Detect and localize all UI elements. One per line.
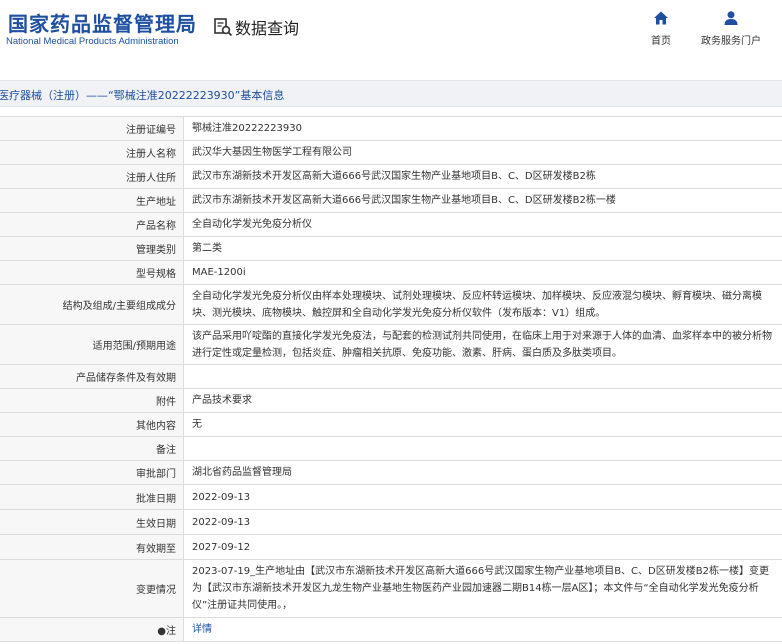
table-row: 变更情况 2023-07-19_生产地址由【武汉市东湖新技术开发区高新大道666… xyxy=(0,559,782,618)
table-row: 生效日期 2022-09-13 xyxy=(0,509,782,535)
row-value: 2027-09-12 xyxy=(183,534,782,560)
nav-service-portal-label: 政务服务门户 xyxy=(701,36,761,47)
row-value: 无 xyxy=(183,412,782,437)
row-value xyxy=(183,436,782,461)
row-label: 注册人住所 xyxy=(0,164,184,189)
logo-chinese-title[interactable]: 国家药品监督管理局 xyxy=(8,8,197,37)
row-value xyxy=(183,364,782,389)
table-row: 批准日期 2022-09-13 xyxy=(0,484,782,510)
row-label: 其他内容 xyxy=(0,412,184,437)
row-value: 鄂械注准20222223930 xyxy=(183,116,782,141)
row-value: MAE-1200i xyxy=(183,260,782,285)
row-label: 产品名称 xyxy=(0,212,184,237)
row-label: 备注 xyxy=(0,436,184,461)
table-row: 注册人住所 武汉市东湖新技术开发区高新大道666号武汉国家生物产业基地项目B、C… xyxy=(0,164,782,189)
table-row: 附件 产品技术要求 xyxy=(0,388,782,413)
breadcrumb: 医疗器械（注册）——“鄂械注准20222223930”基本信息 xyxy=(0,89,285,102)
table-row: 注册证编号 鄂械注准20222223930 xyxy=(0,116,782,141)
row-value: 2022-09-13 xyxy=(183,484,782,510)
search-document-icon xyxy=(214,18,233,37)
row-value: 全自动化学发光免疫分析仪由样本处理模块、试剂处理模块、反应杯转运模块、加样模块、… xyxy=(183,284,782,325)
row-value: 2023-07-19_生产地址由【武汉市东湖新技术开发区高新大道666号武汉国家… xyxy=(183,559,782,618)
row-value: 湖北省药品监督管理局 xyxy=(183,460,782,485)
data-query-link[interactable]: 数据查询 xyxy=(213,16,299,38)
row-value: 武汉市东湖新技术开发区高新大道666号武汉国家生物产业基地项目B、C、D区研发楼… xyxy=(183,188,782,213)
row-value: 武汉市东湖新技术开发区高新大道666号武汉国家生物产业基地项目B、C、D区研发楼… xyxy=(183,164,782,189)
row-label: 有效期至 xyxy=(0,534,184,560)
row-label: 管理类别 xyxy=(0,236,184,261)
row-label: 适用范围/预期用途 xyxy=(0,324,184,365)
table-row: 结构及组成/主要组成成分 全自动化学发光免疫分析仪由样本处理模块、试剂处理模块、… xyxy=(0,284,782,325)
details-link[interactable]: 详情 xyxy=(183,617,782,642)
table-row: 其他内容 无 xyxy=(0,412,782,437)
home-icon xyxy=(654,11,668,25)
data-query-label: 数据查询 xyxy=(235,19,300,38)
row-value: 全自动化学发光免疫分析仪 xyxy=(183,212,782,237)
table-row: 有效期至 2027-09-12 xyxy=(0,534,782,560)
row-label: 型号规格 xyxy=(0,260,184,285)
row-value: 该产品采用吖啶酯的直接化学发光免疫法，与配套的检测试剂共同使用，在临床上用于对来… xyxy=(183,324,782,365)
table-row: 管理类别 第二类 xyxy=(0,236,782,261)
row-label: 审批部门 xyxy=(0,460,184,485)
registration-detail-table: 注册证编号 鄂械注准20222223930 注册人名称 武汉华大基因生物医学工程… xyxy=(0,116,782,642)
table-row: 注册人名称 武汉华大基因生物医学工程有限公司 xyxy=(0,140,782,165)
site-header: 国家药品监督管理局 National Medical Products Admi… xyxy=(0,0,782,64)
table-row: 型号规格 MAE-1200i xyxy=(0,260,782,285)
table-row: 产品名称 全自动化学发光免疫分析仪 xyxy=(0,212,782,237)
row-label: 批准日期 xyxy=(0,484,184,510)
row-label: ●注 xyxy=(0,617,184,642)
table-row: 产品储存条件及有效期 xyxy=(0,364,782,389)
row-value: 武汉华大基因生物医学工程有限公司 xyxy=(183,140,782,165)
nav-home-label: 首页 xyxy=(651,36,671,47)
table-row: 审批部门 湖北省药品监督管理局 xyxy=(0,460,782,485)
table-row: ●注 详情 xyxy=(0,617,782,642)
logo-english-title[interactable]: National Medical Products Administration xyxy=(6,36,179,47)
row-label: 生产地址 xyxy=(0,188,184,213)
row-label: 注册人名称 xyxy=(0,140,184,165)
nav-home[interactable]: 首页 xyxy=(646,10,676,47)
row-label: 生效日期 xyxy=(0,509,184,535)
breadcrumb-bar: 医疗器械（注册）——“鄂械注准20222223930”基本信息 xyxy=(0,80,782,107)
nav-service-portal[interactable]: 政务服务门户 xyxy=(698,10,764,47)
table-row: 生产地址 武汉市东湖新技术开发区高新大道666号武汉国家生物产业基地项目B、C、… xyxy=(0,188,782,213)
row-label: 注册证编号 xyxy=(0,116,184,141)
table-row: 适用范围/预期用途 该产品采用吖啶酯的直接化学发光免疫法，与配套的检测试剂共同使… xyxy=(0,324,782,365)
row-label: 产品储存条件及有效期 xyxy=(0,364,184,389)
user-icon xyxy=(724,11,738,25)
row-label: 变更情况 xyxy=(0,559,184,618)
row-label: 附件 xyxy=(0,388,184,413)
row-value: 2022-09-13 xyxy=(183,509,782,535)
table-row: 备注 xyxy=(0,436,782,461)
row-label: 结构及组成/主要组成成分 xyxy=(0,284,184,325)
row-value: 产品技术要求 xyxy=(183,388,782,413)
row-value: 第二类 xyxy=(183,236,782,261)
